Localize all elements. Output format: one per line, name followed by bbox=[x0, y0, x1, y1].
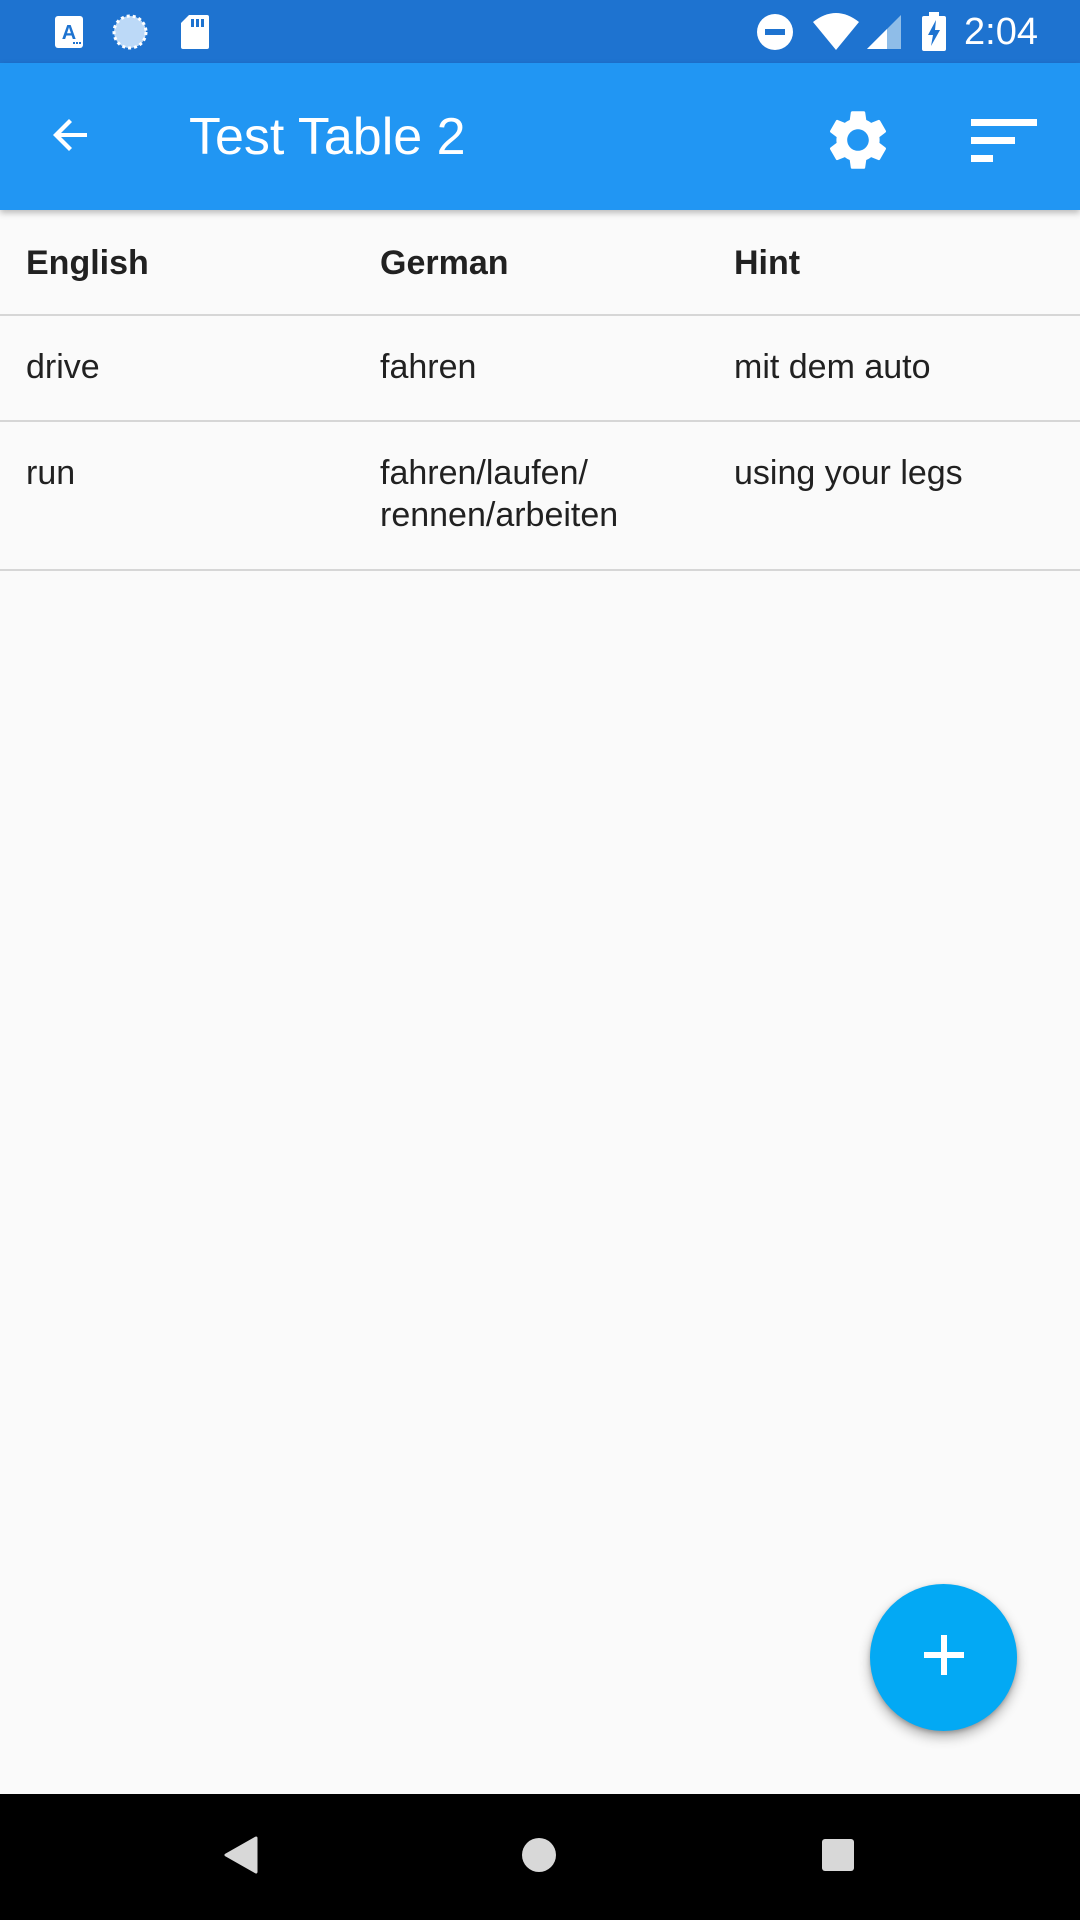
app-bar: Test Table 2 bbox=[0, 63, 1080, 210]
nav-recents-button[interactable] bbox=[798, 1817, 878, 1897]
navigation-bar bbox=[0, 1794, 1080, 1920]
cell-german: fahren/laufen/ rennen/arbeiten bbox=[380, 454, 619, 534]
page-title: Test Table 2 bbox=[189, 108, 466, 166]
vocabulary-table: English German Hint drive fahren mit dem… bbox=[0, 210, 1080, 571]
wifi-icon bbox=[810, 12, 862, 52]
back-button[interactable] bbox=[34, 100, 108, 174]
table-row[interactable]: run fahren/laufen/ rennen/arbeiten using… bbox=[0, 422, 1080, 571]
svg-text:A: A bbox=[62, 22, 76, 44]
triangle-back-icon bbox=[223, 1835, 259, 1880]
add-entry-button[interactable] bbox=[870, 1584, 1017, 1731]
column-header-german[interactable]: German bbox=[380, 242, 710, 284]
nav-back-button[interactable] bbox=[201, 1817, 281, 1897]
screen: A 2:04 Test Table 2 English German Hint … bbox=[0, 0, 1080, 1920]
cell-german: fahren bbox=[380, 348, 477, 386]
cell-hint: mit dem auto bbox=[734, 348, 931, 386]
settings-button[interactable] bbox=[816, 100, 900, 184]
sync-icon bbox=[110, 12, 150, 52]
table-header-row: English German Hint bbox=[0, 210, 1080, 316]
status-bar: A 2:04 bbox=[0, 0, 1080, 63]
column-header-english[interactable]: English bbox=[26, 242, 356, 284]
arrow-back-icon bbox=[47, 111, 95, 164]
cell-english: drive bbox=[26, 348, 100, 386]
cell-hint: using your legs bbox=[734, 454, 963, 492]
status-clock: 2:04 bbox=[964, 11, 1038, 53]
gear-icon bbox=[822, 104, 894, 181]
square-recents-icon bbox=[820, 1837, 856, 1878]
sd-card-icon bbox=[178, 12, 212, 52]
sort-icon bbox=[971, 117, 1037, 168]
cell-signal-icon bbox=[864, 12, 904, 52]
plus-icon bbox=[922, 1633, 966, 1682]
column-header-hint[interactable]: Hint bbox=[734, 242, 1064, 284]
do-not-disturb-icon bbox=[754, 12, 796, 52]
sort-button[interactable] bbox=[962, 100, 1046, 184]
cell-english: run bbox=[26, 454, 76, 492]
battery-charging-icon bbox=[920, 12, 948, 52]
circle-home-icon bbox=[519, 1835, 559, 1880]
text-a-icon: A bbox=[52, 12, 86, 52]
nav-home-button[interactable] bbox=[499, 1817, 579, 1897]
table-row[interactable]: drive fahren mit dem auto bbox=[0, 316, 1080, 422]
